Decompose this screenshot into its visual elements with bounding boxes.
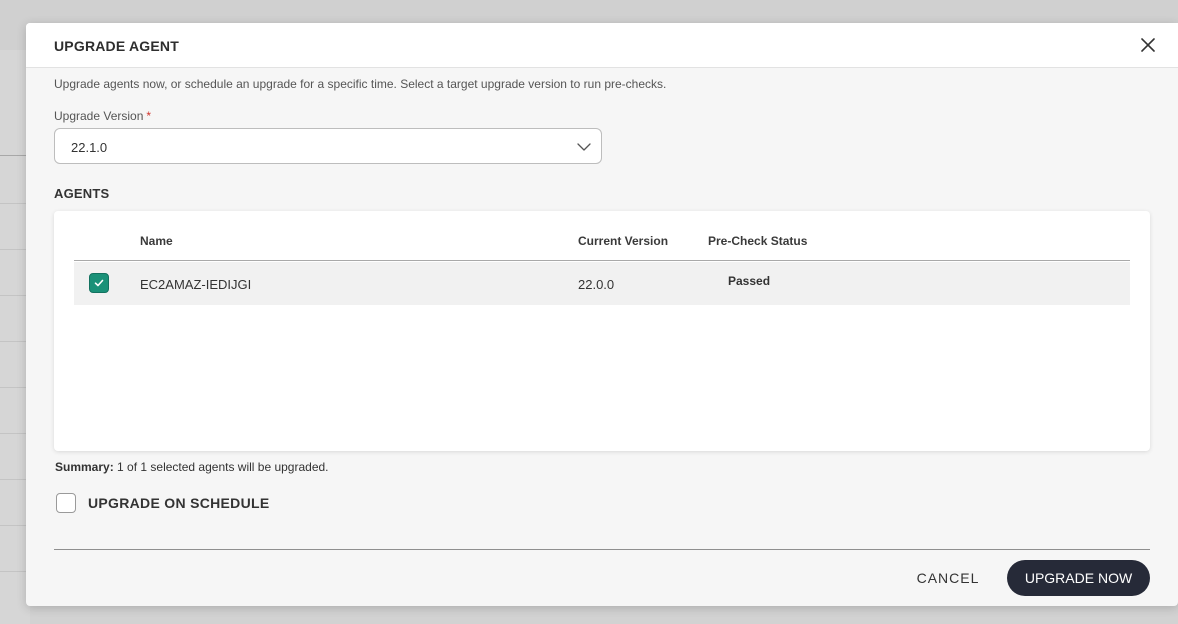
- cancel-button[interactable]: CANCEL: [904, 560, 992, 596]
- dialog-header: UPGRADE AGENT: [26, 23, 1178, 68]
- column-header-current-version[interactable]: Current Version: [578, 234, 668, 248]
- upgrade-version-select[interactable]: 22.1.0: [54, 128, 602, 164]
- upgrade-version-value: 22.1.0: [71, 140, 108, 155]
- column-header-name[interactable]: Name: [140, 234, 173, 248]
- row-select-checkbox[interactable]: [89, 273, 109, 293]
- agents-table: Name Current Version Pre-Check Status EC…: [54, 211, 1150, 451]
- summary-text: 1 of 1 selected agents will be upgraded.: [117, 460, 329, 474]
- dialog-title: UPGRADE AGENT: [54, 38, 179, 54]
- column-header-precheck-status[interactable]: Pre-Check Status: [708, 234, 807, 248]
- upgrade-now-button[interactable]: UPGRADE NOW: [1007, 560, 1150, 596]
- upgrade-on-schedule-checkbox[interactable]: [56, 493, 76, 513]
- upgrade-agent-dialog: UPGRADE AGENT Upgrade agents now, or sch…: [26, 23, 1178, 606]
- checkmark-icon: [94, 279, 104, 287]
- upgrade-summary: Summary: 1 of 1 selected agents will be …: [55, 460, 329, 474]
- upgrade-version-label-text: Upgrade Version: [54, 109, 144, 123]
- chevron-down-icon: [577, 140, 591, 154]
- precheck-status-badge: Passed: [728, 274, 771, 288]
- close-icon[interactable]: [1138, 35, 1158, 55]
- table-header-divider: [74, 260, 1130, 261]
- upgrade-on-schedule-label[interactable]: UPGRADE ON SCHEDULE: [88, 495, 270, 511]
- upgrade-version-label: Upgrade Version *: [54, 109, 151, 123]
- summary-label: Summary:: [55, 460, 114, 474]
- agents-section-title: AGENTS: [54, 186, 110, 201]
- required-marker: *: [146, 109, 152, 123]
- table-row[interactable]: EC2AMAZ-IEDIJGI 22.0.0 Passed: [74, 262, 1130, 305]
- footer-divider: [54, 549, 1150, 550]
- dialog-description: Upgrade agents now, or schedule an upgra…: [54, 77, 667, 91]
- agent-name-cell: EC2AMAZ-IEDIJGI: [140, 277, 252, 292]
- current-version-cell: 22.0.0: [578, 277, 615, 292]
